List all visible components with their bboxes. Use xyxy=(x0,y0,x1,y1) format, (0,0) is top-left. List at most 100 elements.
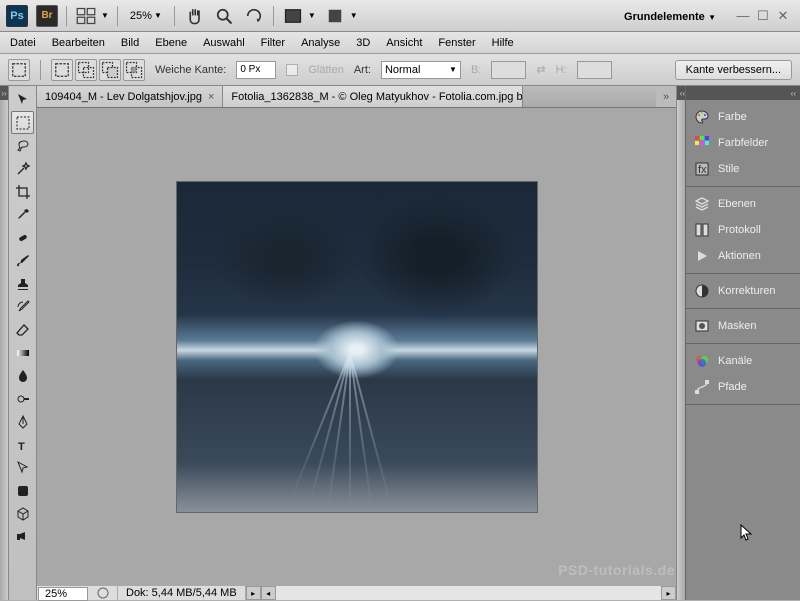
horizontal-scrollbar[interactable]: 25% Dok: 5,44 MB/5,44 MB ▸ ◂ ▸ xyxy=(37,585,676,600)
menu-bearbeiten[interactable]: Bearbeiten xyxy=(52,37,105,49)
panel-ebenen[interactable]: Ebenen xyxy=(686,191,800,217)
move-tool[interactable] xyxy=(11,88,34,111)
arrange-docs-dropdown[interactable]: ▼ xyxy=(75,6,109,26)
minimize-icon[interactable]: — xyxy=(736,9,750,23)
panel-aktionen[interactable]: Aktionen xyxy=(686,243,800,269)
style-label: Art: xyxy=(354,64,371,76)
history-brush-tool[interactable] xyxy=(11,295,34,318)
subtract-selection-icon[interactable] xyxy=(99,59,121,81)
panel-farbe[interactable]: Farbe xyxy=(686,104,800,130)
panel-stile[interactable]: fxStile xyxy=(686,156,800,182)
panel-farbfelder[interactable]: Farbfelder xyxy=(686,130,800,156)
scroll-left-icon[interactable]: ◂ xyxy=(261,586,276,600)
panel-korrekturen[interactable]: Korrekturen xyxy=(686,278,800,304)
menu-bild[interactable]: Bild xyxy=(121,37,139,49)
magic-wand-tool[interactable] xyxy=(11,157,34,180)
zoom-dropdown[interactable]: 25% ▼ xyxy=(126,8,166,24)
chevron-down-icon: ▼ xyxy=(154,11,162,20)
crop-tool[interactable] xyxy=(11,180,34,203)
width-input xyxy=(491,61,526,79)
adjust-icon xyxy=(694,283,710,299)
options-bar: Weiche Kante: Glätten Art: Normal▼ B: ⇄ … xyxy=(0,54,800,86)
antialias-label: Glätten xyxy=(308,64,343,76)
height-label: H: xyxy=(556,64,567,76)
intersect-selection-icon[interactable] xyxy=(123,59,145,81)
width-label: B: xyxy=(471,64,481,76)
scroll-right-icon[interactable]: ▸ xyxy=(661,586,676,600)
antialias-checkbox xyxy=(286,64,298,76)
3d-tool[interactable] xyxy=(11,502,34,525)
feather-label: Weiche Kante: xyxy=(155,64,226,76)
chevron-down-icon: ▼ xyxy=(308,11,316,20)
pen-tool[interactable] xyxy=(11,410,34,433)
menu-3d[interactable]: 3D xyxy=(356,37,370,49)
refine-edge-button[interactable]: Kante verbessern... xyxy=(675,60,792,80)
document-area: 109404_M - Lev Dolgatshjov.jpg× Fotolia_… xyxy=(37,86,676,600)
zoom-tool-icon[interactable] xyxy=(213,6,235,26)
status-zoom[interactable]: 25% xyxy=(38,587,88,601)
close-icon[interactable]: × xyxy=(208,91,214,103)
style-select[interactable]: Normal▼ xyxy=(381,61,461,79)
menu-hilfe[interactable]: Hilfe xyxy=(492,37,514,49)
add-selection-icon[interactable] xyxy=(75,59,97,81)
menu-analyse[interactable]: Analyse xyxy=(301,37,340,49)
height-input xyxy=(577,61,612,79)
eyedropper-tool[interactable] xyxy=(11,203,34,226)
menu-auswahl[interactable]: Auswahl xyxy=(203,37,245,49)
panel-pfade[interactable]: Pfade xyxy=(686,374,800,400)
path-select-tool[interactable] xyxy=(11,456,34,479)
tool-preset-icon[interactable] xyxy=(8,59,30,81)
chevron-down-icon: ▼ xyxy=(708,13,716,22)
bridge-logo-icon[interactable]: Br xyxy=(36,5,58,27)
stamp-tool[interactable] xyxy=(11,272,34,295)
lasso-tool[interactable] xyxy=(11,134,34,157)
toolbox: T xyxy=(9,86,37,600)
menu-ansicht[interactable]: Ansicht xyxy=(386,37,422,49)
marquee-tool[interactable] xyxy=(11,111,34,134)
close-icon[interactable]: ✕ xyxy=(776,9,790,23)
menu-ebene[interactable]: Ebene xyxy=(155,37,187,49)
document-tab[interactable]: 109404_M - Lev Dolgatshjov.jpg× xyxy=(37,86,223,107)
extras-dropdown[interactable]: ▼ xyxy=(324,6,358,26)
panel-expand-icon[interactable]: ‹‹ xyxy=(686,86,800,100)
camera-tool[interactable] xyxy=(11,525,34,548)
feather-input[interactable] xyxy=(236,61,276,79)
eraser-tool[interactable] xyxy=(11,318,34,341)
menu-fenster[interactable]: Fenster xyxy=(438,37,475,49)
panel-masken[interactable]: Masken xyxy=(686,313,800,339)
paths-icon xyxy=(694,379,710,395)
workspace-label: Grundelemente xyxy=(624,11,705,23)
shape-tool[interactable] xyxy=(11,479,34,502)
chevron-down-icon: ▼ xyxy=(350,11,358,20)
scroll-left-icon[interactable]: ▸ xyxy=(246,586,261,600)
hand-tool-icon[interactable] xyxy=(183,6,205,26)
chevron-down-icon: ▼ xyxy=(101,11,109,20)
gradient-tool[interactable] xyxy=(11,341,34,364)
zoom-value: 25% xyxy=(130,10,152,22)
brush-tool[interactable] xyxy=(11,249,34,272)
dodge-tool[interactable] xyxy=(11,387,34,410)
application-bar: Ps Br ▼ 25% ▼ ▼ ▼ Grundelemente ▼ — ☐ ✕ xyxy=(0,0,800,32)
ps-logo-icon[interactable]: Ps xyxy=(6,5,28,27)
panel-kanaele[interactable]: Kanäle xyxy=(686,348,800,374)
canvas[interactable] xyxy=(37,108,676,585)
maximize-icon[interactable]: ☐ xyxy=(756,9,770,23)
document-tab[interactable]: Fotolia_1362838_M - © Oleg Matyukhov - F… xyxy=(223,86,523,107)
left-dock-collapse[interactable]: ›› xyxy=(0,86,9,600)
right-panel-dock: ‹‹ Farbe Farbfelder fxStile Ebenen Proto… xyxy=(685,86,800,600)
menu-datei[interactable]: Datei xyxy=(10,37,36,49)
palette-icon xyxy=(694,109,710,125)
screen-mode-dropdown[interactable]: ▼ xyxy=(282,6,316,26)
workspace-switcher[interactable]: Grundelemente ▼ xyxy=(616,5,724,27)
swap-wh-icon: ⇄ xyxy=(536,63,545,76)
status-doc-size: Dok: 5,44 MB/5,44 MB xyxy=(118,586,246,600)
type-tool[interactable]: T xyxy=(11,433,34,456)
menu-filter[interactable]: Filter xyxy=(261,37,285,49)
right-dock-collapse[interactable]: ‹‹ xyxy=(676,86,685,600)
new-selection-icon[interactable] xyxy=(51,59,73,81)
panel-protokoll[interactable]: Protokoll xyxy=(686,217,800,243)
healing-tool[interactable] xyxy=(11,226,34,249)
rotate-view-icon[interactable] xyxy=(243,6,265,26)
tab-scroll-icon[interactable]: » xyxy=(656,86,676,107)
blur-tool[interactable] xyxy=(11,364,34,387)
